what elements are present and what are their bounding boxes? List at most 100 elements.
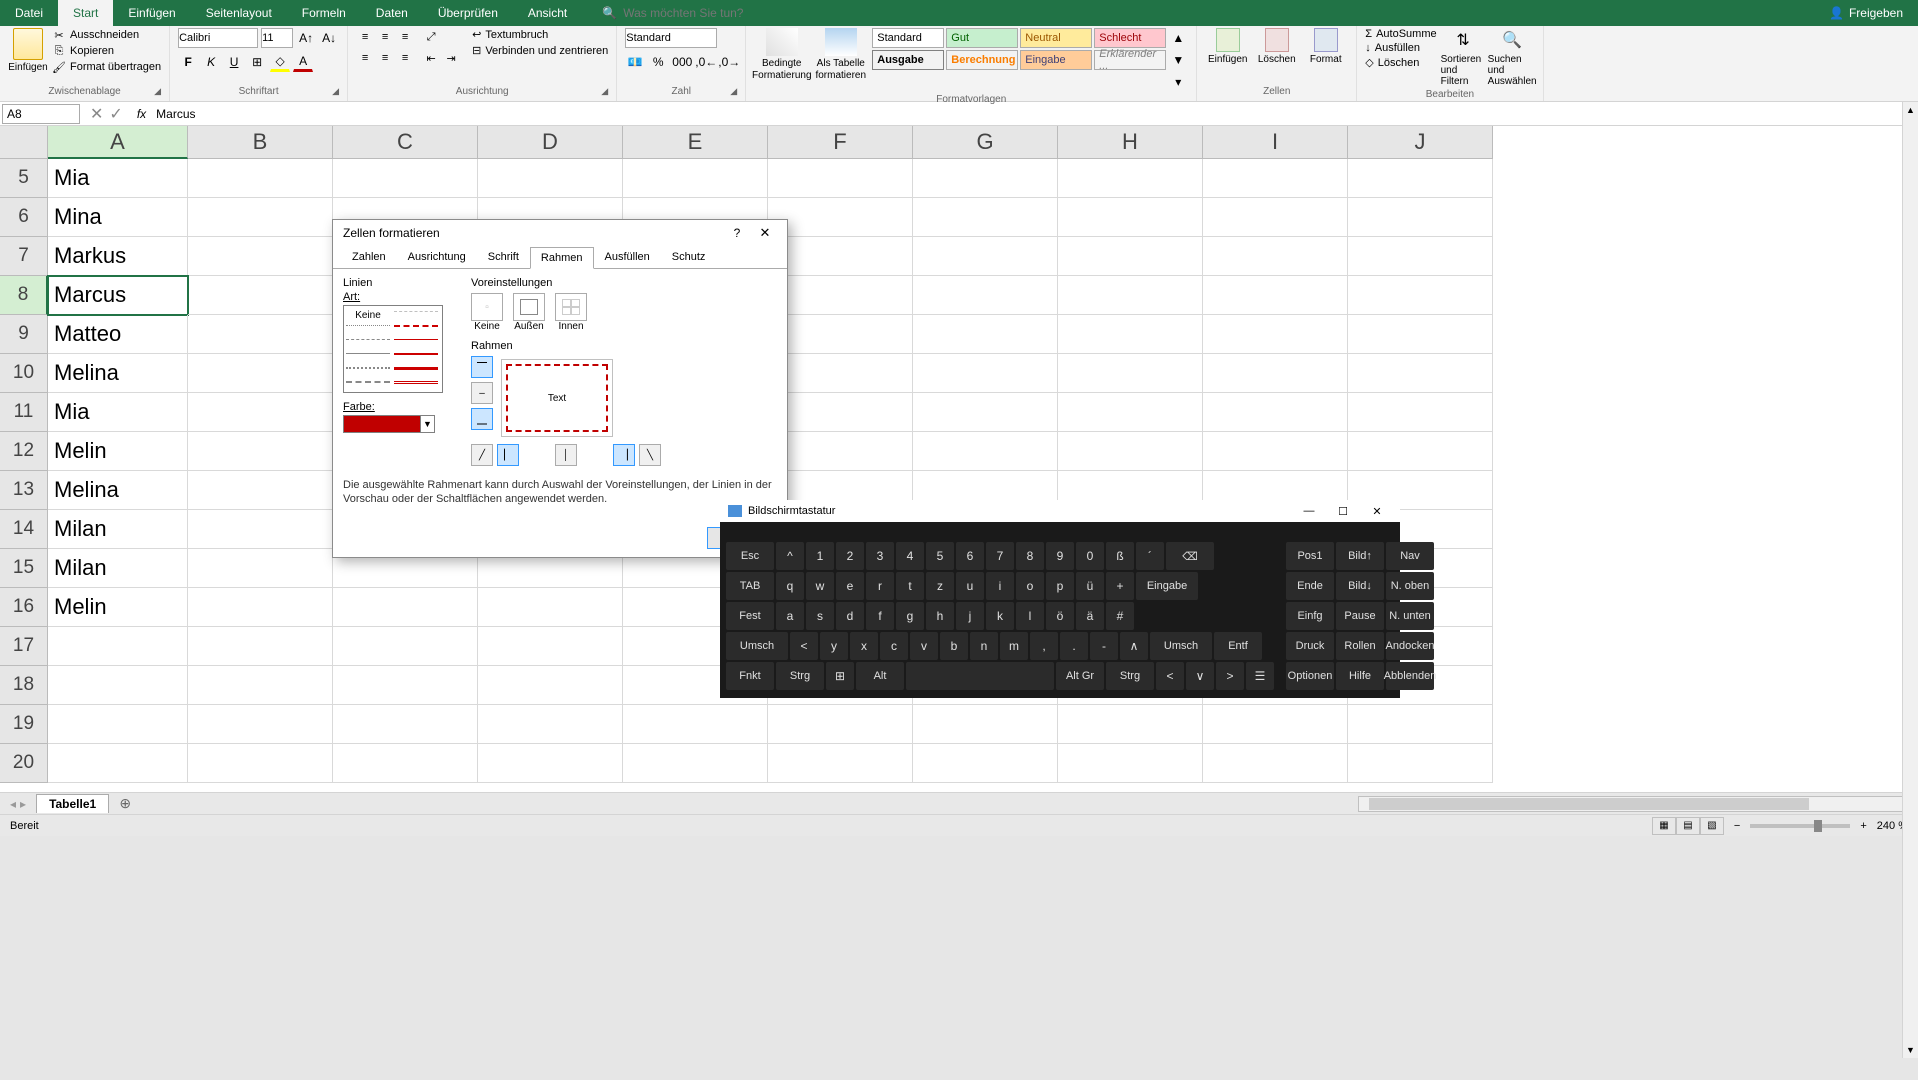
cell-B8[interactable] [188,276,333,315]
cell-I20[interactable] [1203,744,1348,783]
osk-key[interactable]: Alt Gr [1056,662,1104,690]
dtab-ausrichtung[interactable]: Ausrichtung [397,246,477,268]
preset-inner[interactable]: Innen [555,293,587,332]
page-break-view-button[interactable]: ▧ [1700,817,1724,835]
formula-input[interactable] [152,107,1918,121]
cell-F19[interactable] [768,705,913,744]
number-format-select[interactable] [625,28,717,48]
osk-key[interactable]: Umsch [1150,632,1212,660]
osk-key[interactable]: ⌫ [1166,542,1214,570]
align-top-button[interactable]: ≡ [356,28,374,46]
osk-key[interactable]: Fest [726,602,774,630]
osk-key[interactable]: e [836,572,864,600]
accept-formula-icon[interactable]: ✓ [109,104,122,124]
col-header-D[interactable]: D [478,126,623,159]
cell-B13[interactable] [188,471,333,510]
cell-J10[interactable] [1348,354,1493,393]
cell-H9[interactable] [1058,315,1203,354]
col-header-B[interactable]: B [188,126,333,159]
cell-B11[interactable] [188,393,333,432]
cell-A20[interactable] [48,744,188,783]
vertical-scrollbar[interactable]: ▲ ▼ [1902,102,1918,1058]
indent-increase-button[interactable]: ⇥ [442,49,460,67]
row-header-6[interactable]: 6 [0,198,48,237]
osk-key[interactable]: ∨ [1186,662,1214,690]
merge-center-button[interactable]: ⊟Verbinden und zentrieren [472,44,608,57]
cell-A10[interactable]: Melina [48,354,188,393]
osk-key[interactable]: w [806,572,834,600]
osk-key[interactable]: > [1216,662,1244,690]
zoom-slider[interactable] [1750,824,1850,828]
row-header-9[interactable]: 9 [0,315,48,354]
cell-B10[interactable] [188,354,333,393]
osk-key[interactable]: 4 [896,542,924,570]
osk-key[interactable]: , [1030,632,1058,660]
osk-key[interactable]: Umsch [726,632,788,660]
style-gallery-more[interactable]: ▾ [1168,72,1188,92]
increase-decimal-button[interactable]: ,0← [694,52,714,72]
osk-nav-key[interactable]: Rollen [1336,632,1384,660]
osk-key[interactable]: n [970,632,998,660]
col-header-J[interactable]: J [1348,126,1493,159]
align-center-button[interactable]: ≡ [376,49,394,67]
osk-key[interactable]: ☰ [1246,662,1274,690]
cell-J8[interactable] [1348,276,1493,315]
osk-key[interactable]: ∧ [1120,632,1148,660]
cell-B16[interactable] [188,588,333,627]
cell-F9[interactable] [768,315,913,354]
cell-E19[interactable] [623,705,768,744]
osk-key[interactable]: 0 [1076,542,1104,570]
osk-minimize-button[interactable]: — [1294,505,1324,518]
osk-key[interactable]: q [776,572,804,600]
decrease-decimal-button[interactable]: ,0→ [717,52,737,72]
cell-J9[interactable] [1348,315,1493,354]
alignment-dialog-launcher[interactable]: ◢ [601,86,613,98]
cut-button[interactable]: ✂Ausschneiden [52,28,161,42]
col-header-A[interactable]: A [48,126,188,159]
osk-nav-key[interactable]: Optionen [1286,662,1334,690]
cell-style-gut[interactable]: Gut [946,28,1018,48]
cell-A13[interactable]: Melina [48,471,188,510]
increase-font-button[interactable]: A↑ [296,28,316,48]
osk-key[interactable]: 8 [1016,542,1044,570]
cell-F8[interactable] [768,276,913,315]
cell-I7[interactable] [1203,237,1348,276]
cell-J7[interactable] [1348,237,1493,276]
cell-A17[interactable] [48,627,188,666]
tab-start[interactable]: Start [58,0,113,26]
cell-H10[interactable] [1058,354,1203,393]
cell-I19[interactable] [1203,705,1348,744]
decrease-font-button[interactable]: A↓ [319,28,339,48]
border-right-button[interactable]: ▕ [613,444,635,466]
cell-D16[interactable] [478,588,623,627]
cell-H8[interactable] [1058,276,1203,315]
autosum-button[interactable]: ΣAutoSumme [1365,28,1436,40]
cell-style-schlecht[interactable]: Schlecht [1094,28,1166,48]
tab-datei[interactable]: Datei [0,0,58,26]
osk-key[interactable]: o [1016,572,1044,600]
cell-D5[interactable] [478,159,623,198]
insert-cells-button[interactable]: Einfügen [1205,28,1250,84]
find-select-button[interactable]: 🔍Suchen und Auswählen [1490,28,1535,87]
cell-G7[interactable] [913,237,1058,276]
preset-none[interactable]: ▫Keine [471,293,503,332]
cell-A7[interactable]: Markus [48,237,188,276]
cell-I11[interactable] [1203,393,1348,432]
cell-C20[interactable] [333,744,478,783]
tab-daten[interactable]: Daten [361,0,423,26]
percent-button[interactable]: % [648,52,668,72]
osk-key[interactable]: f [866,602,894,630]
cell-F7[interactable] [768,237,913,276]
osk-key[interactable]: Esc [726,542,774,570]
cell-G5[interactable] [913,159,1058,198]
osk-key[interactable]: < [1156,662,1184,690]
row-header-16[interactable]: 16 [0,588,48,627]
osk-key[interactable]: v [910,632,938,660]
border-left-button[interactable]: ▏ [497,444,519,466]
cell-B19[interactable] [188,705,333,744]
cell-J6[interactable] [1348,198,1493,237]
osk-nav-key[interactable]: Abblenden [1386,662,1434,690]
col-header-I[interactable]: I [1203,126,1348,159]
osk-key[interactable]: b [940,632,968,660]
osk-key[interactable] [906,662,1054,690]
